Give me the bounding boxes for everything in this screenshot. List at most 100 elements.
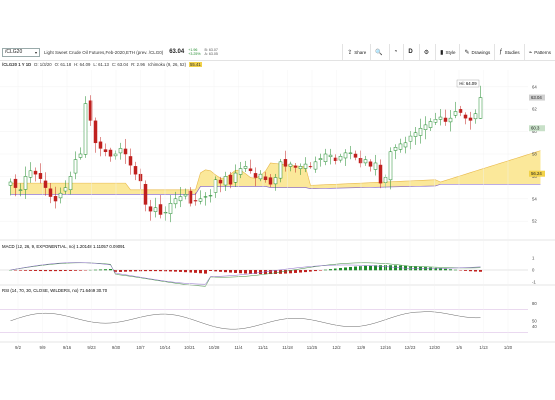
info-range: R: 2.96 — [131, 61, 146, 67]
chart-canvas[interactable]: 52545658606264 Hi: 64.09 63.0460.356.24 … — [0, 68, 555, 358]
zoom-button[interactable]: 🔍 — [370, 44, 388, 60]
macd-histogram-bar — [259, 270, 262, 275]
macd-histogram-bar — [74, 270, 77, 271]
d-icon: D — [408, 49, 413, 55]
time-axis-tick: 11/25 — [307, 345, 318, 350]
draw-mode-icon: ◔ — [393, 49, 398, 55]
macd-histogram-bar — [214, 270, 217, 272]
symbol-input[interactable]: /CLG20 ▾ — [2, 47, 40, 57]
macd-histogram-bar — [144, 270, 147, 272]
drawings-button[interactable]: ✎ Drawings — [459, 44, 494, 60]
macd-histogram-bar — [64, 270, 67, 272]
macd-histogram-bar — [294, 270, 297, 273]
macd-histogram-bar — [109, 268, 112, 271]
last-price: 63.04 — [169, 49, 185, 55]
macd-histogram-bar — [359, 266, 362, 271]
time-axis-tick: 10/21 — [184, 345, 195, 350]
macd-histogram-bar — [449, 269, 452, 271]
macd-histogram-bar — [79, 270, 82, 271]
drawings-label: Drawings — [471, 49, 491, 55]
settings-button[interactable]: ⚙ — [418, 44, 435, 60]
macd-histogram-bar — [224, 270, 227, 273]
macd-histogram-bar — [309, 270, 312, 272]
macd-histogram-bar — [194, 270, 197, 273]
macd-histogram-bar — [454, 269, 457, 271]
macd-histogram-bar — [229, 270, 232, 273]
macd-histogram-bar — [129, 270, 132, 272]
high-annotation-text: Hi: 64.09 — [459, 81, 477, 86]
time-axis-tick: 9/16 — [63, 345, 72, 350]
macd-histogram-bar — [174, 270, 177, 272]
time-axis-tick: 12/2 — [332, 345, 341, 350]
macd-histogram-bar — [394, 265, 397, 271]
macd-histogram-bar — [439, 268, 442, 271]
macd-histogram-bar — [154, 270, 157, 272]
info-date: D: 1/3/20 — [34, 61, 52, 67]
macd-histogram-bar — [54, 270, 57, 272]
macd-histogram-bar — [339, 267, 342, 271]
ask-value: A: 63.05 — [204, 52, 218, 56]
draw-mode-button[interactable]: ◔ — [388, 44, 404, 60]
gear-icon: ⚙ — [423, 49, 430, 56]
macd-histogram-bar — [314, 270, 317, 272]
time-axis-tick: 9/30 — [112, 345, 121, 350]
macd-histogram-bar — [179, 270, 182, 272]
high-annotation: Hi: 64.09 — [456, 79, 480, 88]
time-axis-tick: 1/13 — [479, 345, 488, 350]
macd-histogram-bar — [39, 270, 42, 272]
macd-histogram-bar — [99, 269, 102, 271]
macd-histogram-bar — [469, 270, 472, 272]
price-tag-text: 56.24 — [531, 171, 542, 176]
chart-toolbar: /CLG20 ▾ Light Sweet Crude Oil Futures,F… — [0, 44, 555, 61]
style-button[interactable]: ▮ Style — [435, 44, 459, 60]
macd-histogram-bar — [104, 269, 107, 271]
macd-histogram-bar — [219, 270, 222, 272]
macd-histogram-bar — [429, 267, 432, 271]
macd-axis-tick: 1 — [532, 256, 535, 261]
d-button[interactable]: D — [403, 44, 418, 60]
time-axis-tick: 11/18 — [282, 345, 293, 350]
patterns-button[interactable]: ⌁ Patterns — [523, 44, 555, 60]
price-tag-text: 63.04 — [531, 95, 542, 100]
studies-icon: ƒ — [499, 49, 503, 55]
symbol-description: Light Sweet Crude Oil Futures,Feb-2020,E… — [44, 49, 164, 55]
time-axis-tick: 1/20 — [504, 345, 513, 350]
info-tag: 55.41 — [189, 61, 202, 67]
price-tag-text: 60.3 — [531, 126, 540, 131]
info-study: Ichimoku (9, 26, 52) — [148, 61, 187, 67]
studies-label: Studies — [504, 49, 520, 55]
patterns-icon: ⌁ — [528, 49, 533, 56]
macd-histogram-bar — [44, 270, 47, 272]
macd-histogram-bar — [169, 270, 172, 272]
chevron-down-icon: ▾ — [34, 49, 37, 55]
macd-histogram-bar — [94, 269, 97, 271]
macd-histogram-bar — [349, 266, 352, 271]
price-axis: 52545658606264 — [532, 84, 537, 223]
macd-histogram-bar — [299, 270, 302, 273]
macd-histogram-bar — [204, 270, 207, 274]
time-axis-tick: 1/6 — [456, 345, 463, 350]
macd-histogram-bar — [464, 270, 467, 271]
macd-histogram-bar — [414, 266, 417, 271]
macd-histogram-bar — [124, 270, 127, 272]
studies-button[interactable]: ƒ Studies — [494, 44, 523, 60]
macd-histogram-bar — [159, 270, 162, 272]
time-axis-tick: 11/4 — [234, 345, 243, 350]
price-axis-tick: 58 — [532, 152, 537, 157]
rsi-axis-tick: 40 — [532, 324, 537, 329]
price-axis-tick: 62 — [532, 107, 537, 112]
macd-axis-tick: -1 — [532, 280, 536, 285]
macd-histogram-bar — [354, 266, 357, 271]
macd-axis-tick: 0 — [532, 268, 535, 273]
drawings-icon: ✎ — [464, 49, 470, 56]
price-axis-tick: 64 — [532, 84, 537, 89]
time-axis-tick: 9/9 — [40, 345, 47, 350]
macd-histogram-bar — [239, 270, 242, 274]
macd-histogram-bar — [29, 270, 32, 271]
macd-histogram-bar — [184, 270, 187, 273]
macd-panel: 1 0 -1 — [0, 256, 536, 287]
share-button[interactable]: ⇪ Share — [342, 44, 370, 60]
bid-ask: B: 63.07 A: 63.05 — [205, 48, 218, 56]
patterns-label: Patterns — [534, 49, 551, 55]
macd-histogram-bar — [364, 265, 367, 271]
